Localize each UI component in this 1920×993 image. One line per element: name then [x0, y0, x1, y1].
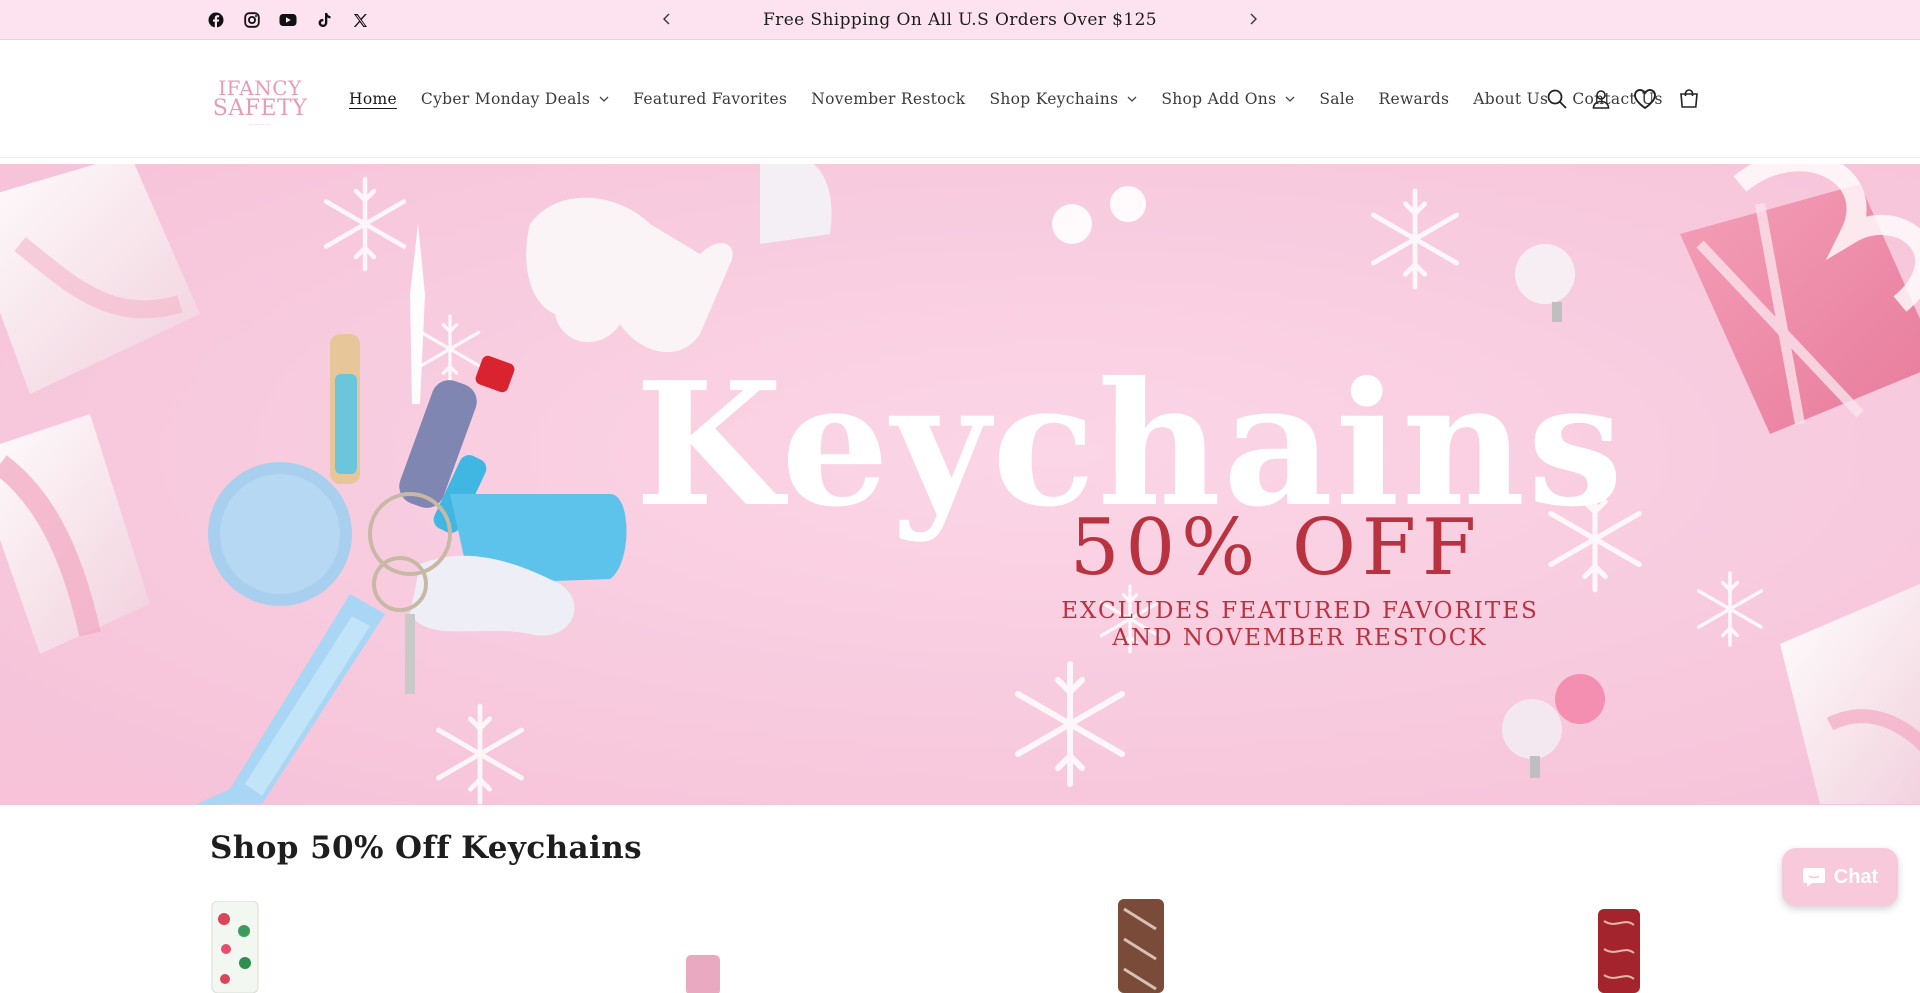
hero-artwork: Keychains 50% OFF EXCLUDES FEATURED FAVO… — [0, 164, 1920, 805]
main-nav: Home Cyber Monday Deals Featured Favorit… — [349, 40, 1687, 158]
product-image — [1118, 899, 1164, 993]
nav-label: Home — [349, 90, 397, 108]
nav-label: About Us — [1473, 90, 1549, 108]
logo-line-1: IFANCY — [218, 76, 302, 100]
chevron-down-icon — [1127, 94, 1137, 104]
search-icon[interactable] — [1544, 86, 1570, 112]
nav-item-shop-add-ons[interactable]: Shop Add Ons — [1161, 90, 1295, 108]
nav-label: Cyber Monday Deals — [420, 90, 591, 108]
cart-icon[interactable] — [1676, 86, 1702, 112]
chat-bubble-icon — [1802, 868, 1825, 887]
logo-underline: ———— — [248, 122, 272, 128]
nav-item-home[interactable]: Home — [349, 90, 397, 108]
header-actions — [1544, 86, 1702, 112]
nav-label: Shop Keychains — [989, 90, 1119, 108]
announcement-bar: Free Shipping On All U.S Orders Over $12… — [0, 0, 1920, 40]
instagram-icon[interactable] — [242, 10, 262, 30]
hero-note-line-2: AND NOVEMBER RESTOCK — [1111, 625, 1487, 651]
previous-announcement-button[interactable] — [657, 9, 677, 29]
chevron-down-icon — [599, 94, 609, 104]
site-logo[interactable]: IFANCY SAFETY ———— — [210, 76, 310, 128]
product-image — [1598, 909, 1640, 993]
site-header: IFANCY SAFETY ———— Home Cyber Monday Dea… — [0, 40, 1920, 158]
product-image — [686, 955, 720, 993]
nav-item-featured-favorites[interactable]: Featured Favorites — [633, 90, 787, 108]
mitten-decoration — [760, 164, 832, 244]
youtube-icon[interactable] — [278, 10, 298, 30]
nav-item-about-us[interactable]: About Us — [1473, 90, 1548, 108]
chevron-right-icon — [1250, 13, 1257, 25]
chevron-left-icon — [663, 13, 670, 25]
next-announcement-button[interactable] — [1243, 9, 1263, 29]
nav-item-shop-keychains[interactable]: Shop Keychains — [989, 90, 1137, 108]
nav-label: November Restock — [811, 90, 966, 108]
hero-banner[interactable]: Keychains 50% OFF EXCLUDES FEATURED FAVO… — [0, 164, 1920, 805]
nav-item-november-restock[interactable]: November Restock — [811, 90, 965, 108]
product-image — [211, 900, 259, 993]
product-card[interactable] — [684, 955, 724, 993]
hero-offer: 50% OFF — [1070, 503, 1482, 593]
section-title: Shop 50% Off Keychains — [210, 830, 642, 866]
facebook-icon[interactable] — [206, 10, 226, 30]
x-icon[interactable] — [350, 10, 370, 30]
chat-button[interactable]: Chat — [1782, 848, 1898, 906]
announcement-message: Free Shipping On All U.S Orders Over $12… — [762, 10, 1158, 30]
product-card[interactable] — [1116, 899, 1168, 993]
wishlist-icon[interactable] — [1632, 86, 1658, 112]
nav-label: Shop Add Ons — [1161, 90, 1277, 108]
nav-label: Featured Favorites — [633, 90, 788, 108]
product-grid — [0, 895, 1920, 993]
account-icon[interactable] — [1588, 86, 1614, 112]
nav-label: Sale — [1319, 90, 1355, 108]
nav-item-sale[interactable]: Sale — [1319, 90, 1354, 108]
product-card[interactable] — [210, 900, 262, 993]
chat-label: Chat — [1833, 865, 1879, 888]
hero-note-line-1: EXCLUDES FEATURED FAVORITES — [1061, 598, 1539, 624]
logo-line-2: SAFETY — [212, 96, 308, 121]
social-links — [206, 10, 370, 30]
product-card[interactable] — [1596, 909, 1644, 993]
nav-label: Rewards — [1378, 90, 1450, 108]
nav-item-rewards[interactable]: Rewards — [1379, 90, 1450, 108]
tiktok-icon[interactable] — [314, 10, 334, 30]
chevron-down-icon — [1285, 94, 1295, 104]
nav-item-cyber-monday-deals[interactable]: Cyber Monday Deals — [421, 90, 609, 108]
